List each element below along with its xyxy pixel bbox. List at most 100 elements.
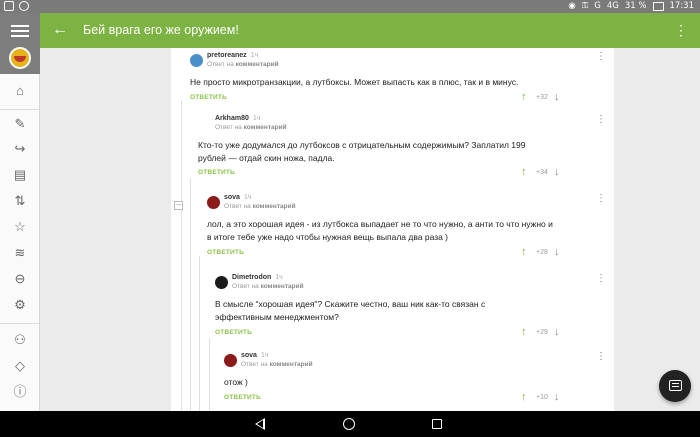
reply-target-link[interactable]: комментарий (244, 124, 287, 131)
info-icon[interactable]: ⓘ (12, 384, 28, 400)
comment-time: 1ч (260, 352, 269, 359)
user-avatar[interactable] (9, 47, 31, 69)
reply-button[interactable]: ОТВЕТИТЬ (198, 169, 235, 176)
sort-icon[interactable]: ⇅ (12, 193, 28, 209)
author-name[interactable]: Dimetrodon (232, 274, 271, 281)
upvote-arrow-icon[interactable]: ↑ (521, 246, 527, 258)
reply-prefix: Ответ на (224, 203, 251, 210)
wifi-icon: ◉ (568, 1, 576, 11)
avatar[interactable] (207, 196, 220, 209)
comment-time: 1ч (252, 115, 261, 122)
network-type: 4G (606, 1, 619, 11)
rss-icon[interactable]: ≋ (12, 245, 28, 261)
upvote-arrow-icon[interactable]: ↑ (521, 391, 527, 403)
collapse-thread-button[interactable]: – (174, 201, 183, 210)
star-icon[interactable]: ☆ (12, 219, 28, 235)
carrier-letter: G (594, 1, 601, 11)
reply-info: Ответ на комментарий (215, 124, 287, 131)
author-name[interactable]: Arkham80 (215, 115, 249, 122)
reply-button[interactable]: ОТВЕТИТЬ (207, 249, 244, 256)
battery-percent: 31 % (624, 1, 647, 11)
comments-icon[interactable]: ▤ (12, 167, 28, 183)
comment-text: Не просто микротранзакции, а лутбоксы. М… (190, 77, 519, 87)
downvote-arrow-icon[interactable]: ↓ (554, 326, 560, 338)
comment: Arkham80 1ч Ответ на комментарий ⋮ Кто-то… (198, 115, 615, 181)
more-vert-icon[interactable]: ⋮ (674, 21, 688, 39)
minus-circle-icon[interactable]: ⊖ (12, 271, 28, 287)
downvote-arrow-icon[interactable]: ↓ (554, 391, 560, 403)
downvote-arrow-icon[interactable]: ↓ (554, 166, 560, 178)
thread-line (199, 256, 200, 411)
comment-more-icon[interactable]: ⋮ (596, 274, 606, 284)
reply-target-link[interactable]: комментарий (253, 203, 296, 210)
reply-target-link[interactable]: комментарий (236, 61, 279, 68)
reply-target-link[interactable]: комментарий (261, 283, 304, 290)
upvote-arrow-icon[interactable]: ↑ (521, 91, 527, 103)
comment-more-icon[interactable]: ⋮ (596, 52, 606, 62)
users-icon[interactable]: ⚇ (12, 332, 28, 348)
comment-more-icon[interactable]: ⋮ (596, 194, 606, 204)
page-title: Бей врага его же оружием! (83, 23, 239, 37)
thread-line (181, 100, 182, 411)
status-bar: ◉ ⚿ G 4G 31 % 17:31 (0, 0, 700, 13)
battery-icon (652, 1, 664, 11)
settings-icon[interactable]: ⚙ (12, 297, 28, 313)
reply-prefix: Ответ на (215, 124, 242, 131)
notification-icon (19, 1, 29, 11)
comment-author[interactable]: Arkham80 1ч (215, 115, 260, 122)
app-bar: ← Бей врага его же оружием! ⋮ (40, 13, 700, 48)
nav-back-icon[interactable] (255, 418, 265, 430)
comment: Dimetrodon 1ч Ответ на комментарий ⋮ В см… (215, 274, 615, 341)
home-icon[interactable]: ⌂ (12, 83, 28, 99)
nav-home-icon[interactable] (343, 418, 355, 430)
comment-more-icon[interactable]: ⋮ (596, 115, 606, 125)
avatar[interactable] (215, 276, 228, 289)
upvote-arrow-icon[interactable]: ↑ (521, 326, 527, 338)
author-name[interactable]: sova (224, 194, 240, 201)
author-name[interactable]: sova (241, 352, 257, 359)
comment-score: +34 (536, 169, 548, 176)
comment-author[interactable]: sova 1ч (224, 194, 252, 201)
comment-text: лол, а это хорошая идея - из лутбокса вы… (207, 219, 553, 242)
reply-button[interactable]: ОТВЕТИТЬ (215, 329, 252, 336)
comment-author[interactable]: Dimetrodon 1ч (232, 274, 283, 281)
hamburger-menu-icon[interactable] (11, 25, 29, 37)
comments-area: pretoreanez 1ч Ответ на комментарий ⋮ Не … (40, 48, 700, 411)
comment-score: +29 (536, 329, 548, 336)
edit-icon[interactable]: ✎ (12, 116, 28, 132)
rail-divider (0, 323, 40, 324)
downvote-arrow-icon[interactable]: ↓ (554, 91, 560, 103)
comment: sova 1ч Ответ на комментарий ⋮ отож ) ОТВ… (224, 352, 615, 406)
back-arrow-icon[interactable]: ← (52, 20, 68, 40)
comment-time: 1ч (250, 52, 259, 59)
screenshot-icon (4, 1, 14, 11)
avatar[interactable] (224, 354, 237, 367)
avatar[interactable] (198, 117, 211, 130)
avatar[interactable] (190, 54, 203, 67)
comment-author[interactable]: sova 1ч (241, 352, 269, 359)
reply-button[interactable]: ОТВЕТИТЬ (224, 394, 261, 401)
reply-info: Ответ на комментарий (241, 361, 313, 368)
comment-score: +32 (536, 94, 548, 101)
clock: 17:31 (669, 1, 695, 11)
reply-target-link[interactable]: комментарий (270, 361, 313, 368)
downvote-arrow-icon[interactable]: ↓ (554, 246, 560, 258)
share-icon[interactable]: ↪ (12, 141, 28, 157)
rail-divider (0, 109, 40, 110)
comment: pretoreanez 1ч Ответ на комментарий ⋮ Не … (190, 52, 615, 106)
comment-time: 1ч (243, 194, 252, 201)
author-name[interactable]: pretoreanez (207, 52, 247, 59)
comment-text: В смысле "хорошая идея"? Скажите честно,… (215, 299, 486, 322)
nav-recents-icon[interactable] (432, 419, 442, 429)
menu-block (0, 13, 40, 74)
new-comment-fab[interactable] (659, 370, 691, 402)
comment: sova 1ч Ответ на комментарий ⋮ лол, а это… (207, 194, 615, 261)
reply-button[interactable]: ОТВЕТИТЬ (190, 94, 227, 101)
thread-line (209, 338, 210, 411)
comment-text: отож ) (224, 377, 248, 387)
reply-prefix: Ответ на (232, 283, 259, 290)
comment-author[interactable]: pretoreanez 1ч (207, 52, 258, 59)
comment-more-icon[interactable]: ⋮ (596, 352, 606, 362)
upvote-arrow-icon[interactable]: ↑ (521, 166, 527, 178)
tag-icon[interactable]: ◇ (12, 358, 28, 374)
